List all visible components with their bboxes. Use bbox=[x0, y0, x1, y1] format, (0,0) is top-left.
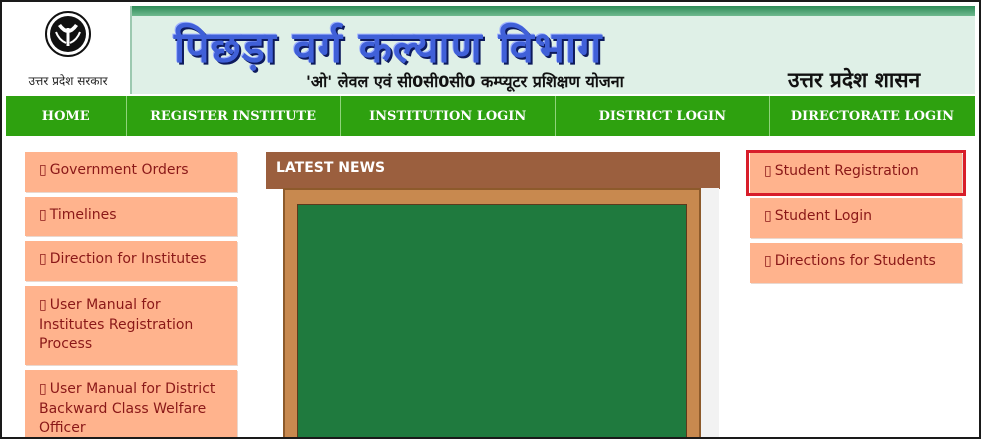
link-direction-for-institutes[interactable]: ▯ Direction for Institutes bbox=[25, 241, 237, 281]
external-link-icon: ▯ bbox=[39, 381, 47, 397]
link-user-manual-institutes[interactable]: ▯ User Manual for Institutes Registration… bbox=[25, 286, 237, 365]
link-label: Student Login bbox=[774, 208, 873, 224]
link-label: Timelines bbox=[49, 207, 117, 223]
link-label: Directions for Students bbox=[774, 253, 936, 269]
external-link-icon: ▯ bbox=[39, 207, 47, 223]
link-label: User Manual for Institutes Registration … bbox=[39, 297, 194, 352]
external-link-icon: ▯ bbox=[764, 163, 772, 179]
nav-district-login[interactable]: DISTRICT LOGIN bbox=[556, 96, 770, 136]
link-government-orders[interactable]: ▯ Government Orders bbox=[25, 152, 237, 192]
nav-home[interactable]: HOME bbox=[6, 96, 127, 136]
link-directions-for-students[interactable]: ▯ Directions for Students bbox=[750, 243, 962, 283]
link-label: Government Orders bbox=[49, 162, 189, 178]
news-board-frame bbox=[283, 188, 701, 437]
external-link-icon: ▯ bbox=[39, 251, 47, 267]
external-link-icon: ▯ bbox=[39, 297, 47, 313]
link-student-registration[interactable]: ▯ Student Registration bbox=[750, 153, 962, 193]
scheme-subtitle: 'ओ' लेवल एवं सी0सी0सी0 कम्प्यूटर प्रशिक्… bbox=[306, 72, 624, 91]
main-navigation: HOME REGISTER INSTITUTE INSTITUTION LOGI… bbox=[6, 96, 975, 136]
up-government-emblem-icon bbox=[45, 11, 91, 57]
site-header: उत्तर प्रदेश सरकार पिछड़ा वर्ग कल्याण वि… bbox=[6, 6, 975, 94]
external-link-icon: ▯ bbox=[764, 253, 772, 269]
link-label: User Manual for District Backward Class … bbox=[39, 381, 216, 436]
emblem-caption: उत्तर प्रदेश सरकार bbox=[28, 74, 108, 88]
link-user-manual-district-officer[interactable]: ▯ User Manual for District Backward Class… bbox=[25, 370, 237, 437]
link-timelines[interactable]: ▯ Timelines bbox=[25, 197, 237, 236]
nav-institution-login[interactable]: INSTITUTION LOGIN bbox=[341, 96, 556, 136]
link-label: Student Registration bbox=[774, 163, 919, 179]
state-government-label: उत्तर प्रदेश शासन bbox=[788, 68, 921, 92]
link-student-login[interactable]: ▯ Student Login bbox=[750, 198, 962, 238]
latest-news-header: LATEST NEWS bbox=[266, 152, 720, 189]
header-top-bar bbox=[126, 6, 975, 16]
department-title: पिछड़ा वर्ग कल्याण विभाग bbox=[174, 23, 603, 73]
nav-directorate-login[interactable]: DIRECTORATE LOGIN bbox=[770, 96, 975, 136]
news-board-shadow bbox=[701, 188, 719, 437]
external-link-icon: ▯ bbox=[39, 162, 47, 178]
external-link-icon: ▯ bbox=[764, 208, 772, 224]
nav-register-institute[interactable]: REGISTER INSTITUTE bbox=[127, 96, 341, 136]
news-board bbox=[297, 204, 687, 437]
page-frame: उत्तर प्रदेश सरकार पिछड़ा वर्ग कल्याण वि… bbox=[0, 0, 981, 439]
logo-area: उत्तर प्रदेश सरकार bbox=[6, 6, 132, 94]
link-label: Direction for Institutes bbox=[49, 251, 207, 267]
